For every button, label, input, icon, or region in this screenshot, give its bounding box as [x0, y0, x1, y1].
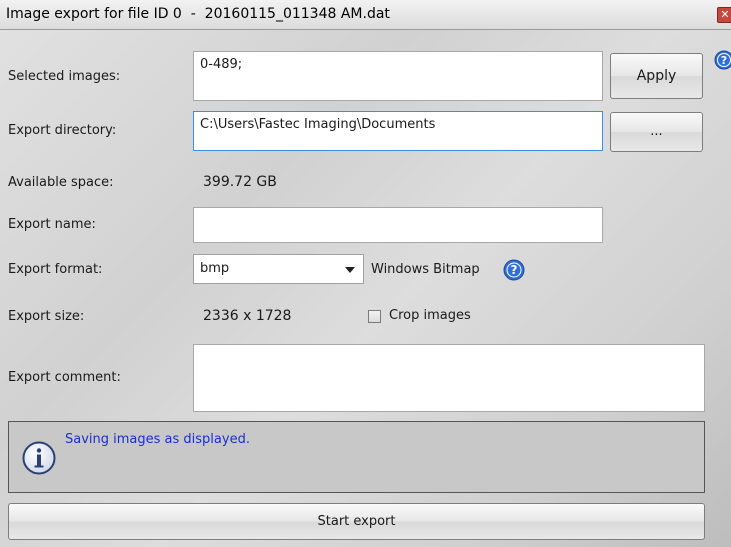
info-icon — [22, 441, 56, 475]
title-bar: Image export for file ID 0 - 20160115_01… — [0, 0, 731, 30]
close-icon[interactable]: ✕ — [717, 7, 731, 23]
svg-text:?: ? — [511, 263, 518, 277]
export-size-value: 2336 x 1728 — [203, 308, 292, 324]
export-comment-input[interactable] — [193, 344, 705, 412]
crop-images-label: Crop images — [389, 308, 471, 323]
info-message: Saving images as displayed. — [65, 432, 250, 447]
export-format-value: bmp — [200, 261, 230, 276]
export-comment-label: Export comment: — [8, 370, 121, 385]
selected-images-input[interactable]: 0-489; — [193, 51, 603, 101]
export-name-label: Export name: — [8, 217, 96, 232]
export-size-label: Export size: — [8, 309, 85, 324]
chevron-down-icon — [345, 267, 355, 273]
help-icon[interactable]: ? — [503, 259, 525, 281]
window-title: Image export for file ID 0 - 20160115_01… — [6, 6, 390, 22]
export-name-input[interactable] — [193, 207, 603, 243]
export-directory-label: Export directory: — [8, 123, 117, 138]
export-format-description: Windows Bitmap — [371, 262, 480, 277]
help-icon[interactable]: ? — [714, 50, 731, 70]
info-panel: Saving images as displayed. — [8, 421, 705, 493]
export-directory-input[interactable]: C:\Users\Fastec Imaging\Documents — [193, 111, 603, 151]
available-space-value: 399.72 GB — [203, 174, 277, 190]
available-space-label: Available space: — [8, 175, 114, 190]
export-format-select[interactable]: bmp — [193, 254, 364, 284]
svg-text:?: ? — [721, 54, 727, 67]
crop-images-checkbox[interactable] — [368, 310, 381, 323]
start-export-button[interactable]: Start export — [8, 503, 705, 540]
browse-button[interactable]: ... — [610, 112, 703, 152]
selected-images-label: Selected images: — [8, 69, 121, 84]
export-format-label: Export format: — [8, 262, 103, 277]
apply-button[interactable]: Apply — [610, 53, 703, 99]
